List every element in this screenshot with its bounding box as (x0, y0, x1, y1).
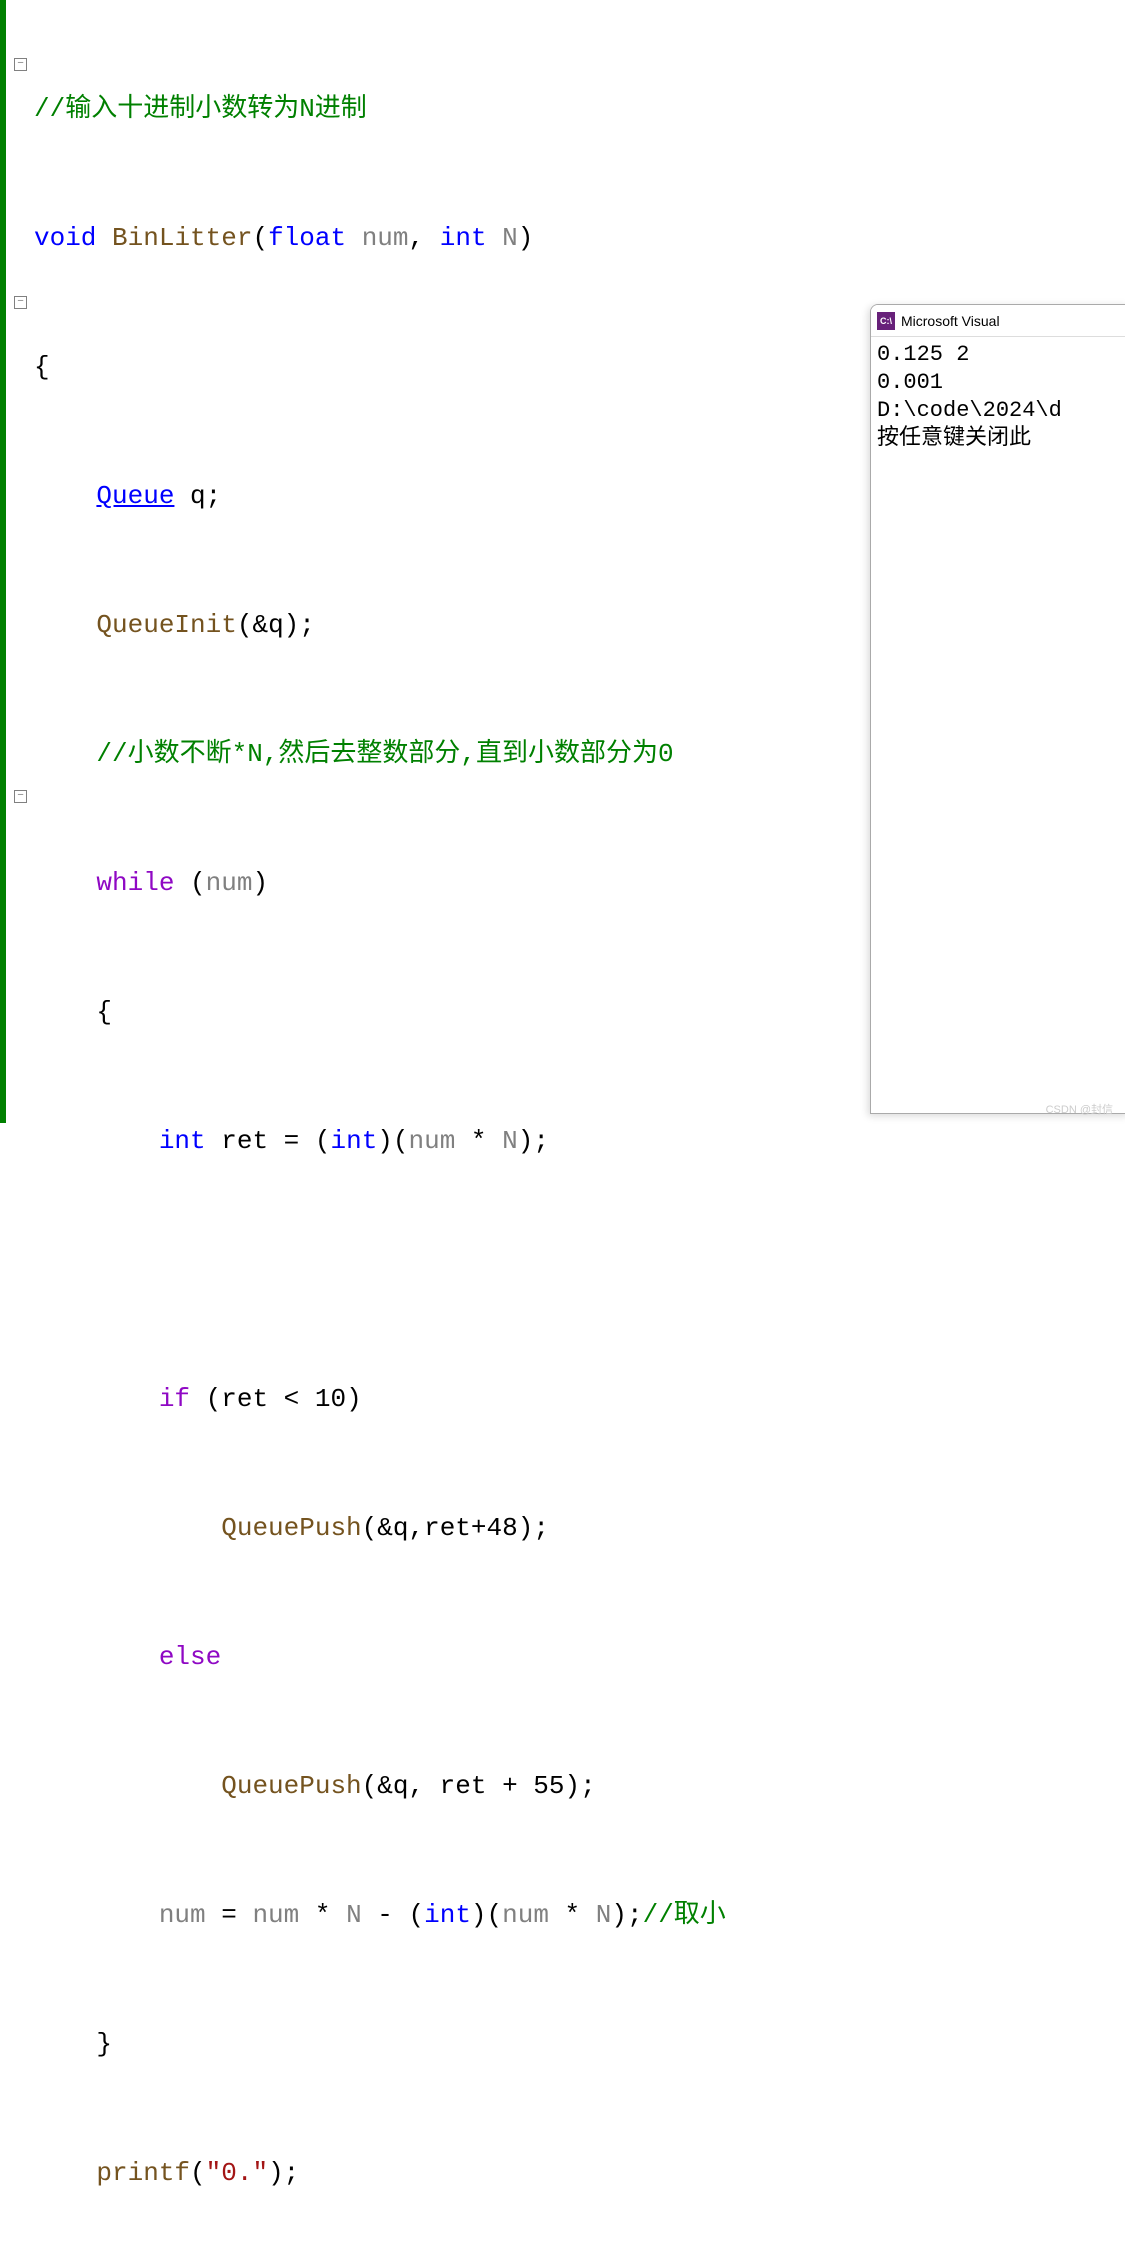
param-n: N (502, 217, 518, 260)
keyword-int: int (159, 1120, 206, 1163)
comment: //小数不断*N,然后去整数部分,直到小数部分为0 (96, 733, 673, 776)
console-window[interactable]: C:\ Microsoft Visual 0.125 2 0.001 D:\co… (870, 304, 1125, 1114)
var-q: q (190, 475, 206, 518)
console-title-text: Microsoft Visual (901, 313, 1000, 329)
fn-printf: printf (96, 2152, 190, 2195)
fold-toggle-icon[interactable] (14, 58, 27, 71)
keyword-while: while (96, 862, 174, 905)
keyword-float: float (268, 217, 346, 260)
comment: //输入十进制小数转为N进制 (34, 88, 367, 131)
args: (&q); (237, 604, 315, 647)
keyword-if: if (159, 1378, 190, 1421)
fn-queuepush: QueuePush (221, 1507, 361, 1550)
brace-open: { (34, 346, 50, 389)
keyword-int: int (440, 217, 487, 260)
args: (&q, ret + 55); (362, 1765, 596, 1808)
fn-queueinit: QueueInit (96, 604, 236, 647)
watermark: CSDN @封信 (1046, 1101, 1113, 1117)
function-name: BinLitter (112, 217, 252, 260)
fold-toggle-icon[interactable] (14, 296, 27, 309)
param-num: num (362, 217, 409, 260)
fn-queuepush: QueuePush (221, 1765, 361, 1808)
var-ret: ret (221, 1120, 268, 1163)
console-output[interactable]: 0.125 2 0.001 D:\code\2024\d 按任意键关闭此 (871, 337, 1125, 457)
string-literal: "0." (206, 2152, 268, 2195)
keyword-void: void (34, 217, 96, 260)
keyword-else: else (159, 1636, 221, 1679)
comment: //取小 (643, 1894, 726, 1937)
fold-toggle-icon[interactable] (14, 790, 27, 803)
type-queue[interactable]: Queue (96, 475, 174, 518)
fold-gutter (6, 0, 34, 1123)
cond: (ret < 10) (206, 1378, 362, 1421)
vs-icon: C:\ (877, 312, 895, 330)
console-titlebar[interactable]: C:\ Microsoft Visual (871, 305, 1125, 337)
cond: ( (190, 862, 206, 905)
